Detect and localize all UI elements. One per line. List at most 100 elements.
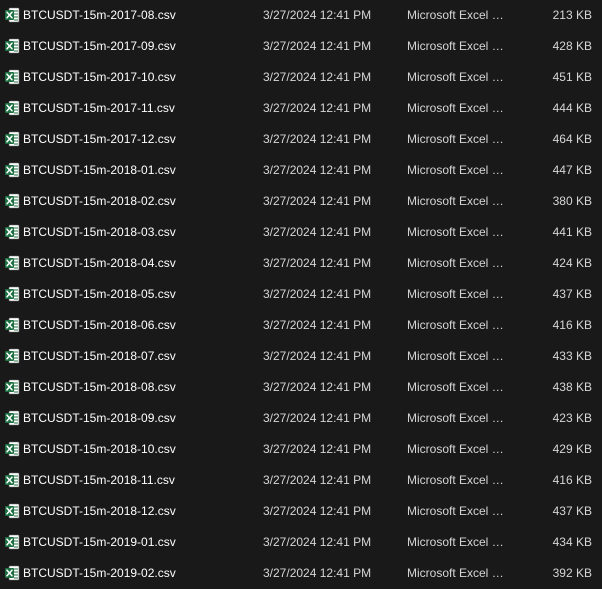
file-name: BTCUSDT-15m-2017-08.csv [23,8,176,22]
file-date-modified: 3/27/2024 12:41 PM [263,318,372,332]
file-list: BTCUSDT-15m-2017-08.csv 3/27/2024 12:41 … [0,0,602,587]
file-date-modified: 3/27/2024 12:41 PM [263,473,372,487]
file-name: BTCUSDT-15m-2019-01.csv [23,535,176,549]
file-type: Microsoft Excel Comma Separated Values F… [407,473,511,487]
file-row[interactable]: BTCUSDT-15m-2018-12.csv 3/27/2024 12:41 … [0,496,602,527]
file-date-modified: 3/27/2024 12:41 PM [263,504,372,518]
file-date-modified: 3/27/2024 12:41 PM [263,442,372,456]
file-type: Microsoft Excel Comma Separated Values F… [407,101,511,115]
file-size: 437 KB [552,504,592,518]
file-size: 428 KB [552,39,592,53]
excel-csv-icon [4,441,20,457]
file-name: BTCUSDT-15m-2018-08.csv [23,380,176,394]
file-name: BTCUSDT-15m-2017-10.csv [23,70,176,84]
file-size: 380 KB [552,194,592,208]
file-date-modified: 3/27/2024 12:41 PM [263,8,372,22]
file-row[interactable]: BTCUSDT-15m-2018-02.csv 3/27/2024 12:41 … [0,186,602,217]
file-row[interactable]: BTCUSDT-15m-2019-01.csv 3/27/2024 12:41 … [0,527,602,558]
file-row[interactable]: BTCUSDT-15m-2018-06.csv 3/27/2024 12:41 … [0,310,602,341]
file-row[interactable]: BTCUSDT-15m-2018-08.csv 3/27/2024 12:41 … [0,372,602,403]
file-type: Microsoft Excel Comma Separated Values F… [407,163,511,177]
file-name: BTCUSDT-15m-2018-06.csv [23,318,176,332]
file-date-modified: 3/27/2024 12:41 PM [263,225,372,239]
file-type: Microsoft Excel Comma Separated Values F… [407,566,511,580]
file-type: Microsoft Excel Comma Separated Values F… [407,504,511,518]
file-date-modified: 3/27/2024 12:41 PM [263,380,372,394]
file-type: Microsoft Excel Comma Separated Values F… [407,287,511,301]
excel-csv-icon [4,255,20,271]
file-size: 416 KB [552,473,592,487]
file-row[interactable]: BTCUSDT-15m-2017-11.csv 3/27/2024 12:41 … [0,93,602,124]
file-type: Microsoft Excel Comma Separated Values F… [407,225,511,239]
file-size: 424 KB [552,256,592,270]
excel-csv-icon [4,503,20,519]
excel-csv-icon [4,7,20,23]
excel-csv-icon [4,379,20,395]
file-row[interactable]: BTCUSDT-15m-2018-04.csv 3/27/2024 12:41 … [0,248,602,279]
file-date-modified: 3/27/2024 12:41 PM [263,163,372,177]
file-date-modified: 3/27/2024 12:41 PM [263,411,372,425]
excel-csv-icon [4,565,20,581]
file-type: Microsoft Excel Comma Separated Values F… [407,8,511,22]
excel-csv-icon [4,317,20,333]
file-size: 437 KB [552,287,592,301]
file-name: BTCUSDT-15m-2018-10.csv [23,442,176,456]
file-name: BTCUSDT-15m-2018-03.csv [23,225,176,239]
file-size: 444 KB [552,101,592,115]
file-size: 434 KB [552,535,592,549]
file-type: Microsoft Excel Comma Separated Values F… [407,256,511,270]
excel-csv-icon [4,131,20,147]
file-row[interactable]: BTCUSDT-15m-2017-08.csv 3/27/2024 12:41 … [0,0,602,31]
file-name: BTCUSDT-15m-2018-05.csv [23,287,176,301]
file-type: Microsoft Excel Comma Separated Values F… [407,349,511,363]
file-name: BTCUSDT-15m-2018-02.csv [23,194,176,208]
file-row[interactable]: BTCUSDT-15m-2018-09.csv 3/27/2024 12:41 … [0,403,602,434]
file-row[interactable]: BTCUSDT-15m-2018-03.csv 3/27/2024 12:41 … [0,217,602,248]
file-row[interactable]: BTCUSDT-15m-2017-09.csv 3/27/2024 12:41 … [0,31,602,62]
file-name: BTCUSDT-15m-2018-12.csv [23,504,176,518]
file-type: Microsoft Excel Comma Separated Values F… [407,380,511,394]
file-row[interactable]: BTCUSDT-15m-2019-02.csv 3/27/2024 12:41 … [0,558,602,589]
excel-csv-icon [4,410,20,426]
file-size: 438 KB [552,380,592,394]
file-date-modified: 3/27/2024 12:41 PM [263,39,372,53]
file-size: 392 KB [552,566,592,580]
excel-csv-icon [4,69,20,85]
file-size: 464 KB [552,132,592,146]
file-size: 433 KB [552,349,592,363]
file-size: 416 KB [552,318,592,332]
excel-csv-icon [4,100,20,116]
file-row[interactable]: BTCUSDT-15m-2018-11.csv 3/27/2024 12:41 … [0,465,602,496]
file-row[interactable]: BTCUSDT-15m-2018-01.csv 3/27/2024 12:41 … [0,155,602,186]
file-type: Microsoft Excel Comma Separated Values F… [407,132,511,146]
file-size: 423 KB [552,411,592,425]
file-date-modified: 3/27/2024 12:41 PM [263,535,372,549]
file-name: BTCUSDT-15m-2018-01.csv [23,163,176,177]
file-date-modified: 3/27/2024 12:41 PM [263,194,372,208]
file-type: Microsoft Excel Comma Separated Values F… [407,70,511,84]
excel-csv-icon [4,193,20,209]
file-date-modified: 3/27/2024 12:41 PM [263,70,372,84]
file-row[interactable]: BTCUSDT-15m-2018-07.csv 3/27/2024 12:41 … [0,341,602,372]
file-type: Microsoft Excel Comma Separated Values F… [407,535,511,549]
file-date-modified: 3/27/2024 12:41 PM [263,101,372,115]
excel-csv-icon [4,162,20,178]
file-date-modified: 3/27/2024 12:41 PM [263,566,372,580]
file-type: Microsoft Excel Comma Separated Values F… [407,411,511,425]
file-date-modified: 3/27/2024 12:41 PM [263,256,372,270]
excel-csv-icon [4,534,20,550]
file-name: BTCUSDT-15m-2019-02.csv [23,566,176,580]
excel-csv-icon [4,38,20,54]
file-type: Microsoft Excel Comma Separated Values F… [407,318,511,332]
file-size: 441 KB [552,225,592,239]
file-row[interactable]: BTCUSDT-15m-2017-12.csv 3/27/2024 12:41 … [0,124,602,155]
excel-csv-icon [4,348,20,364]
file-row[interactable]: BTCUSDT-15m-2018-05.csv 3/27/2024 12:41 … [0,279,602,310]
file-row[interactable]: BTCUSDT-15m-2018-10.csv 3/27/2024 12:41 … [0,434,602,465]
file-date-modified: 3/27/2024 12:41 PM [263,132,372,146]
file-row[interactable]: BTCUSDT-15m-2017-10.csv 3/27/2024 12:41 … [0,62,602,93]
file-size: 451 KB [552,70,592,84]
excel-csv-icon [4,472,20,488]
file-date-modified: 3/27/2024 12:41 PM [263,287,372,301]
file-date-modified: 3/27/2024 12:41 PM [263,349,372,363]
